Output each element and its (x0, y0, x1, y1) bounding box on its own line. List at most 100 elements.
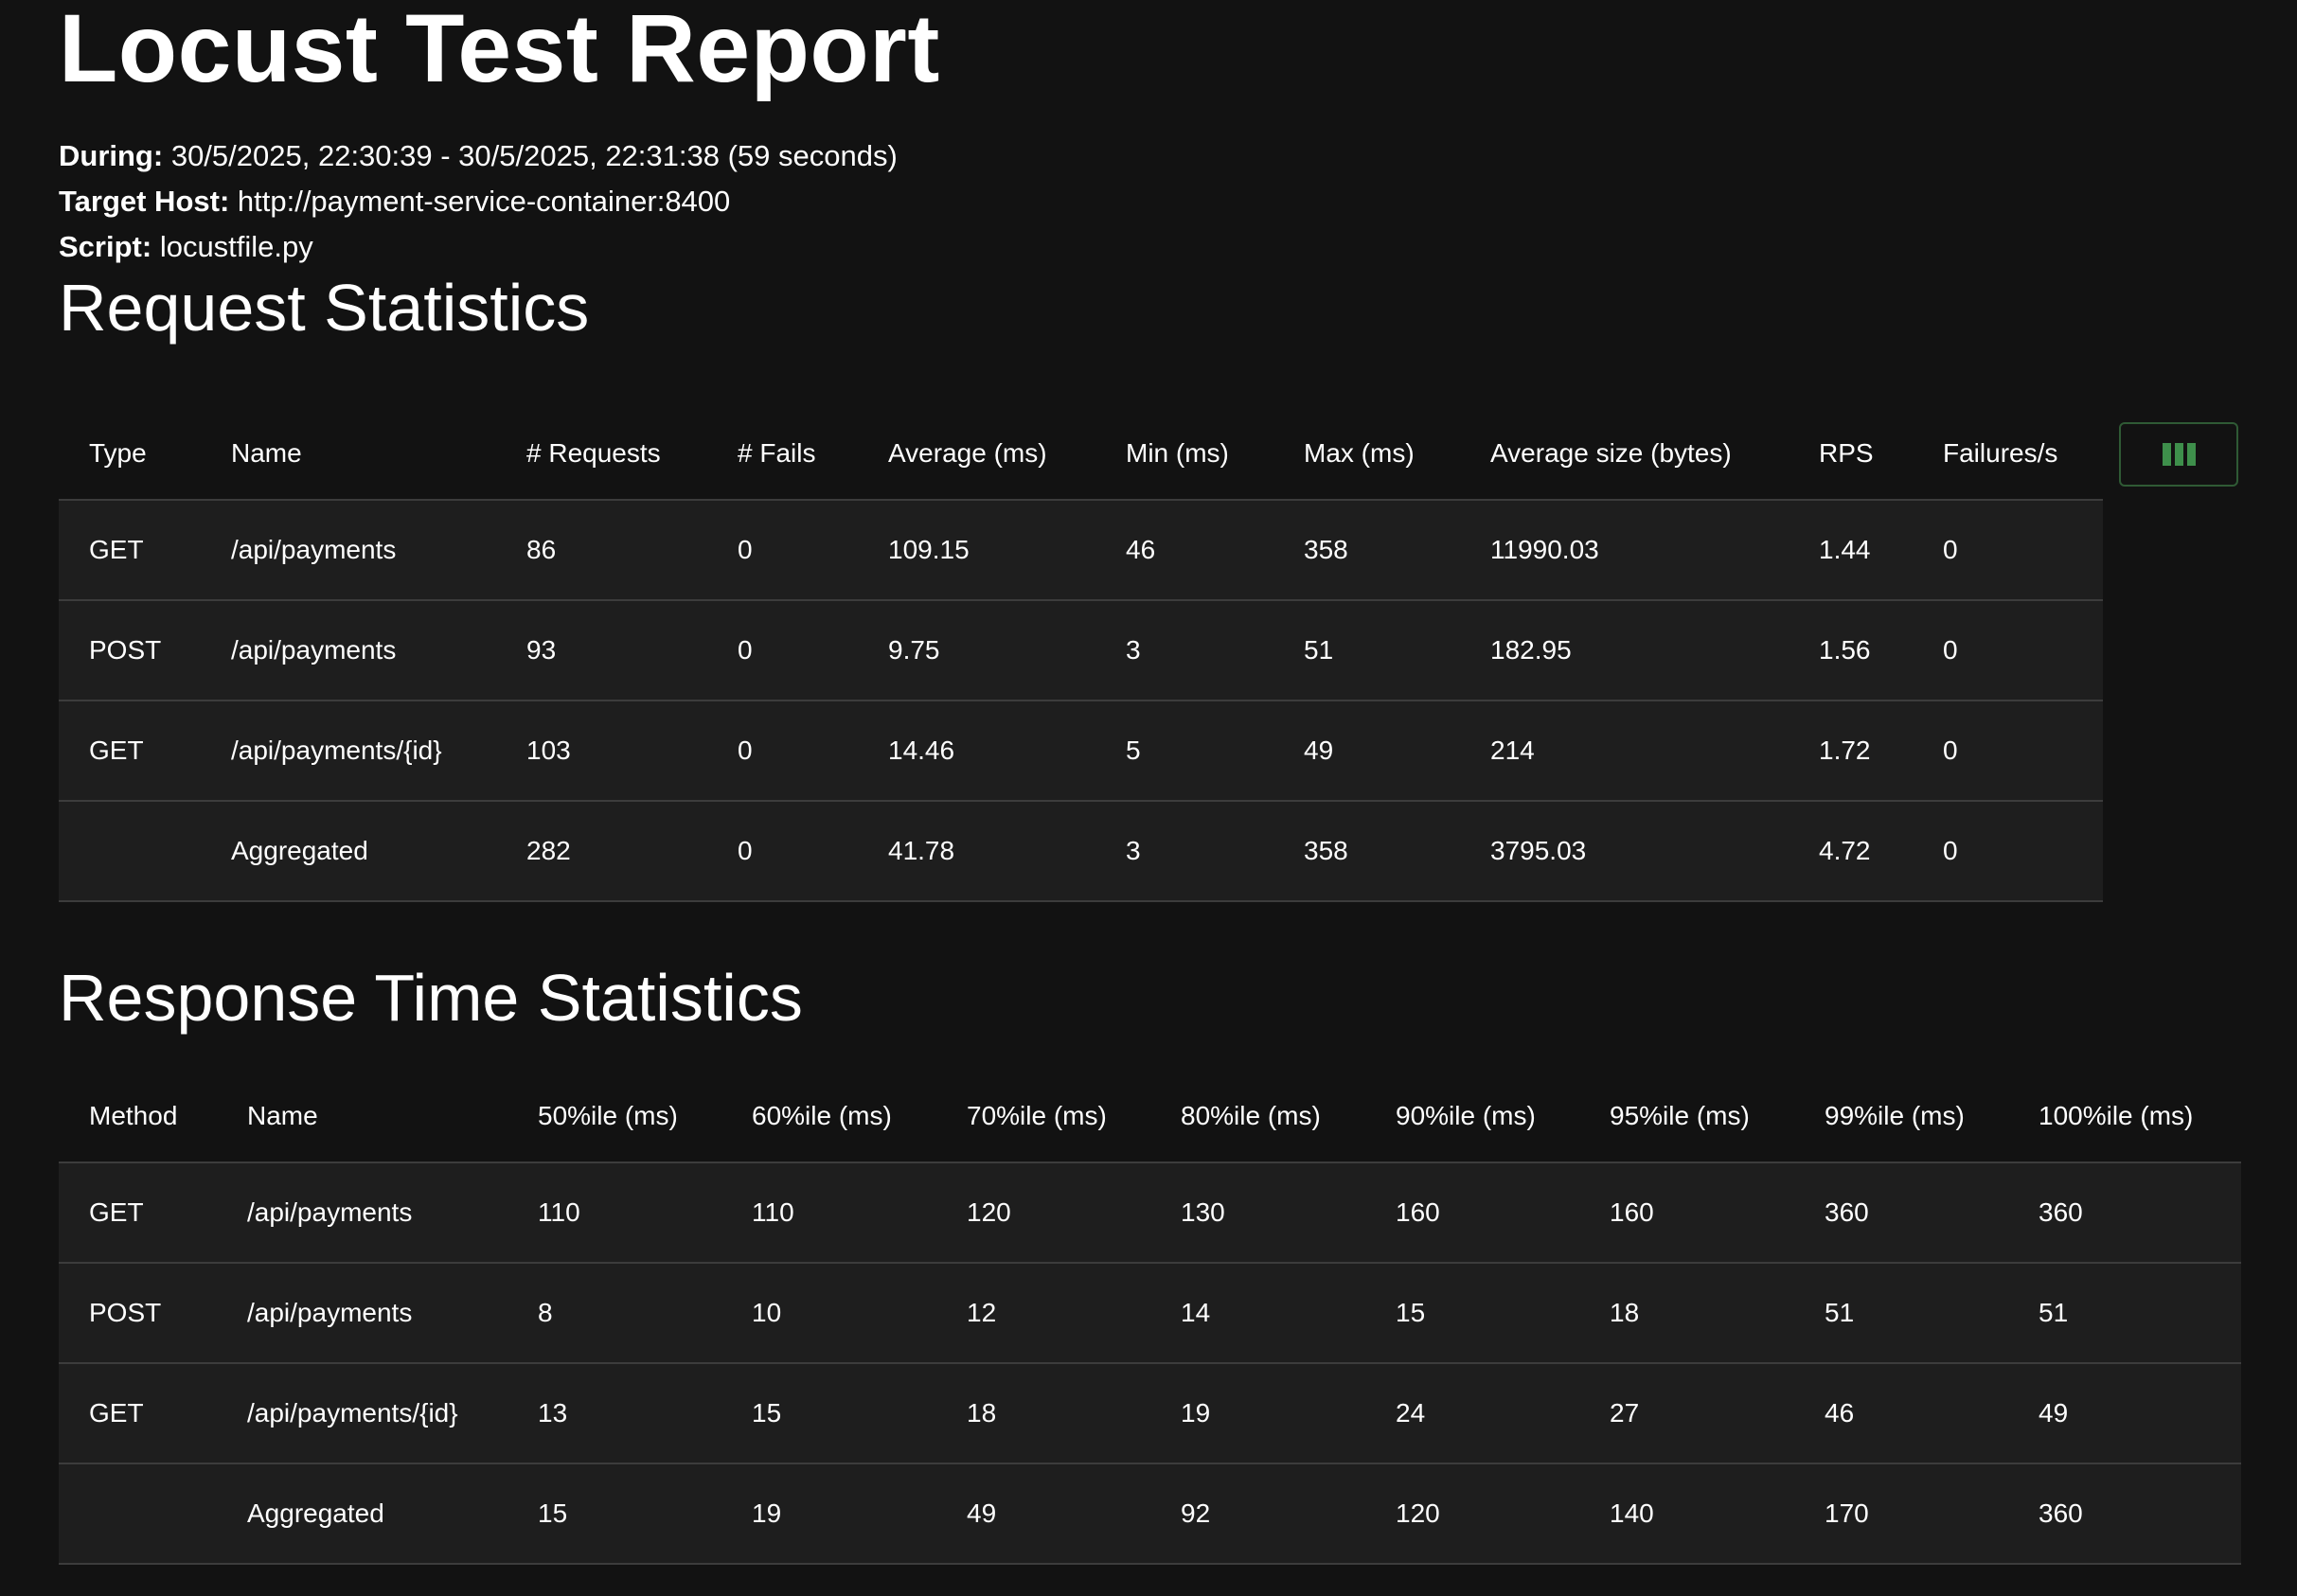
request-statistics-table-cell: 0 (1913, 499, 2103, 600)
request-statistics-table-cell: 358 (1273, 800, 1460, 902)
column-toggle-button[interactable] (2119, 422, 2238, 487)
response-time-statistics-column-header[interactable]: 100%ile (ms) (2008, 1070, 2241, 1162)
response-time-statistics-table-cell (59, 1463, 217, 1565)
request-statistics-table-cell: 0 (707, 599, 858, 700)
script-label: Script: (59, 230, 152, 263)
request-statistics-table-cell: 214 (1460, 700, 1789, 801)
request-statistics-table-cell: 14.46 (858, 700, 1095, 801)
request-statistics-table-cell: 1.44 (1789, 499, 1913, 600)
request-statistics-table-cell: 3 (1095, 599, 1273, 700)
request-statistics-table-cell: 5 (1095, 700, 1273, 801)
request-statistics-column-header[interactable]: Failures/s (1913, 407, 2103, 500)
response-time-statistics-table-cell: 15 (1365, 1262, 1579, 1363)
response-time-statistics-table-cell: 19 (721, 1463, 936, 1565)
request-statistics-column-header[interactable]: # Requests (496, 407, 707, 500)
request-statistics-header-row: Type Name # Requests # Fails Average (ms) Min… (59, 407, 2103, 500)
target-host-label: Target Host: (59, 185, 230, 218)
request-statistics-table-cell: 0 (1913, 599, 2103, 700)
request-statistics-table-cell: 9.75 (858, 599, 1095, 700)
response-time-statistics-table-cell: GET (59, 1362, 217, 1463)
response-time-statistics-column-header[interactable]: 95%ile (ms) (1579, 1070, 1794, 1162)
request-statistics-table-cell: 109.15 (858, 499, 1095, 600)
request-statistics-table-cell: 1.56 (1789, 599, 1913, 700)
request-statistics-column-header[interactable]: Type (59, 407, 201, 500)
request-statistics-table-cell: POST (59, 599, 201, 700)
request-statistics-table-cell: 282 (496, 800, 707, 902)
response-time-statistics-table-row: GET/api/payments/{id} 13 15 18 19 24 27 46 49 (59, 1362, 2241, 1463)
response-time-statistics-table-cell: 18 (1579, 1262, 1794, 1363)
response-time-statistics-column-header[interactable]: 60%ile (ms) (721, 1070, 936, 1162)
response-time-statistics-table-cell: Aggregated (217, 1463, 507, 1565)
response-time-statistics-column-header[interactable]: 90%ile (ms) (1365, 1070, 1579, 1162)
response-time-statistics-column-header[interactable]: 70%ile (ms) (936, 1070, 1150, 1162)
page-title: Locust Test Report (59, 0, 940, 102)
request-statistics-column-header[interactable]: # Fails (707, 407, 858, 500)
response-time-statistics-table-row: GET/api/payments 110 110 120 130 160 160 360 360 (59, 1162, 2241, 1263)
response-time-statistics-column-header[interactable]: Method (59, 1070, 217, 1162)
request-statistics-table-cell: 0 (1913, 700, 2103, 801)
request-statistics-table-row: Aggregated 282 0 41.78 3 358 3795.03 4.72 0 (59, 800, 2103, 902)
request-statistics-table-cell: 0 (707, 700, 858, 801)
during-label: During: (59, 139, 164, 172)
request-statistics-column-header[interactable]: Min (ms) (1095, 407, 1273, 500)
response-time-statistics-table-cell: 49 (936, 1463, 1150, 1565)
request-statistics-table-cell: 1.72 (1789, 700, 1913, 801)
request-statistics-table-row: GET/api/payments/{id} 103 0 14.46 5 49 214 1.72… (59, 700, 2103, 801)
response-time-statistics-table-cell: 92 (1150, 1463, 1365, 1565)
response-time-statistics-column-header[interactable]: 50%ile (ms) (507, 1070, 721, 1162)
response-time-statistics-table-cell: 120 (936, 1162, 1150, 1263)
response-time-statistics-table-cell: 130 (1150, 1162, 1365, 1263)
request-statistics-table-cell: 93 (496, 599, 707, 700)
response-time-statistics-table-cell: 8 (507, 1262, 721, 1363)
response-time-statistics-table-cell: 360 (2008, 1162, 2241, 1263)
request-statistics-table-cell: 11990.03 (1460, 499, 1789, 600)
request-statistics-column-header[interactable]: RPS (1789, 407, 1913, 500)
response-time-statistics-table-cell: 19 (1150, 1362, 1365, 1463)
request-statistics-table-cell: /api/payments/{id} (201, 700, 496, 801)
request-statistics-table-cell: 49 (1273, 700, 1460, 801)
request-statistics-table-cell: /api/payments (201, 499, 496, 600)
request-statistics-table-cell: 3 (1095, 800, 1273, 902)
target-host-row: Target Host: http://payment-service-cont… (59, 179, 2241, 224)
response-time-statistics-table-cell: 18 (936, 1362, 1150, 1463)
response-time-statistics-table-cell: 14 (1150, 1262, 1365, 1363)
report-page: Locust Test Report During: 30/5/2025, 22… (59, 0, 2241, 1565)
request-statistics-table-wrap: Type Name # Requests # Fails Average (ms) Min… (59, 407, 2103, 902)
response-time-statistics-table-row: Aggregated 15 19 49 92 120 140 170 360 (59, 1463, 2241, 1565)
request-statistics-column-header[interactable]: Average size (bytes) (1460, 407, 1789, 500)
request-statistics-table-cell: 0 (707, 499, 858, 600)
during-row: During: 30/5/2025, 22:30:39 - 30/5/2025,… (59, 133, 2241, 179)
script-value: locustfile.py (159, 230, 313, 263)
response-time-statistics-column-header[interactable]: 99%ile (ms) (1794, 1070, 2008, 1162)
request-statistics-table-row: POST/api/payments 93 0 9.75 3 51 182.95 1.56 0 (59, 599, 2103, 700)
request-statistics-table-cell: 358 (1273, 499, 1460, 600)
request-statistics-table-cell: 86 (496, 499, 707, 600)
request-statistics-table-cell: GET (59, 499, 201, 600)
response-time-statistics-table-cell: 120 (1365, 1463, 1579, 1565)
request-statistics-table-cell: 3795.03 (1460, 800, 1789, 902)
request-statistics-table: Type Name # Requests # Fails Average (ms) Min… (59, 407, 2103, 902)
response-time-statistics-table-cell: 360 (2008, 1463, 2241, 1565)
request-statistics-column-header[interactable]: Name (201, 407, 496, 500)
response-time-statistics-table-cell: 46 (1794, 1362, 2008, 1463)
request-statistics-table-cell: 41.78 (858, 800, 1095, 902)
response-time-statistics-table-cell: 160 (1579, 1162, 1794, 1263)
response-time-statistics-table-cell: 13 (507, 1362, 721, 1463)
target-host-value: http://payment-service-container:8400 (237, 185, 731, 218)
response-time-statistics-table-cell: 15 (721, 1362, 936, 1463)
response-time-statistics-column-header[interactable]: 80%ile (ms) (1150, 1070, 1365, 1162)
response-time-statistics-table-cell: 51 (1794, 1262, 2008, 1363)
request-statistics-column-header[interactable]: Max (ms) (1273, 407, 1460, 500)
request-statistics-column-header[interactable]: Average (ms) (858, 407, 1095, 500)
columns-icon (2162, 443, 2196, 466)
response-time-statistics-table-cell: /api/payments (217, 1162, 507, 1263)
response-time-statistics-table-cell: 49 (2008, 1362, 2241, 1463)
response-time-statistics-table-cell: 24 (1365, 1362, 1579, 1463)
response-time-statistics-title: Response Time Statistics (59, 961, 803, 1035)
response-time-statistics-table-cell: /api/payments/{id} (217, 1362, 507, 1463)
response-time-statistics-table-wrap: Method Name 50%ile (ms) 60%ile (ms) 70%ile (… (59, 1070, 2241, 1565)
response-time-statistics-table-cell: 12 (936, 1262, 1150, 1363)
response-time-statistics-column-header[interactable]: Name (217, 1070, 507, 1162)
request-statistics-table-row: GET/api/payments 86 0 109.15 46 358 11990.03 1.… (59, 499, 2103, 600)
script-row: Script: locustfile.py (59, 224, 2241, 270)
